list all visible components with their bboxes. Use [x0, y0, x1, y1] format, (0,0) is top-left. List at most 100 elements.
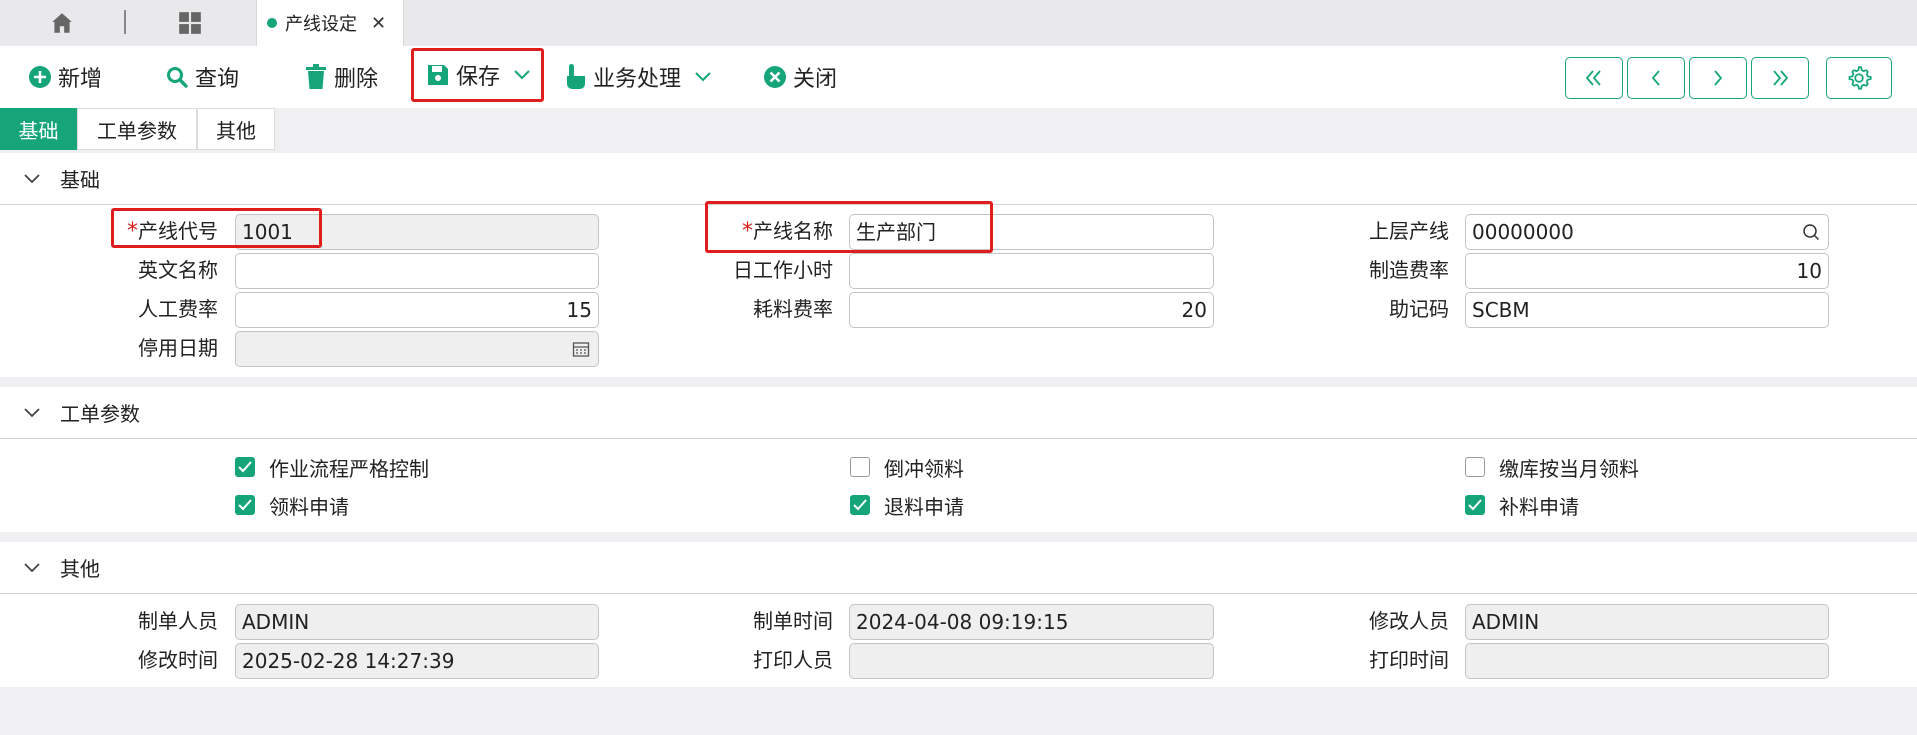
- search-icon: [167, 67, 188, 88]
- apps-tab[interactable]: [128, 0, 252, 46]
- modified-time-field[interactable]: 2025-02-28 14:27:39: [235, 643, 599, 679]
- delete-button[interactable]: 删除: [304, 55, 378, 99]
- gear-icon: [1848, 65, 1872, 90]
- mnemonic-field[interactable]: SCBM: [1465, 292, 1829, 328]
- modifier-field[interactable]: ADMIN: [1465, 604, 1829, 640]
- section-title: 基础: [60, 168, 100, 192]
- checkbox-unchecked-icon: [850, 457, 870, 477]
- strict-flow-checkbox[interactable]: 作业流程严格控制: [235, 452, 429, 482]
- section-title: 工单参数: [60, 402, 140, 426]
- disable-date-field[interactable]: [235, 331, 599, 367]
- section-header-basic[interactable]: 基础: [0, 153, 1917, 205]
- tab-line-settings[interactable]: 产线设定 ✕: [256, 0, 404, 46]
- tab-workorder-params[interactable]: 工单参数: [77, 108, 197, 150]
- backflush-checkbox[interactable]: 倒冲领料: [850, 452, 964, 482]
- close-label: 关闭: [793, 67, 838, 92]
- checkbox-checked-icon: [850, 495, 870, 515]
- checkbox-unchecked-icon: [1465, 457, 1485, 477]
- query-button[interactable]: 查询: [165, 55, 239, 99]
- print-time-field[interactable]: [1465, 643, 1829, 679]
- parent-line-field[interactable]: 00000000: [1465, 214, 1829, 250]
- business-process-button[interactable]: 业务处理: [565, 55, 717, 99]
- printer-field[interactable]: [849, 643, 1214, 679]
- supplement-request-checkbox[interactable]: 补料申请: [1465, 490, 1579, 520]
- search-icon[interactable]: [1802, 223, 1820, 241]
- creator-field[interactable]: ADMIN: [235, 604, 599, 640]
- section-tabs: 基础 工单参数 其他: [0, 108, 275, 150]
- calendar-icon[interactable]: [572, 340, 590, 358]
- backflush-label: 倒冲领料: [884, 456, 964, 481]
- tab-other[interactable]: 其他: [197, 108, 275, 150]
- save-label: 保存: [456, 65, 501, 90]
- trash-icon: [306, 64, 326, 89]
- save-button[interactable]: 保存: [411, 48, 544, 102]
- first-record-button[interactable]: [1565, 57, 1623, 99]
- material-rate-field[interactable]: 20: [849, 292, 1214, 328]
- chevron-right-icon: [1714, 70, 1723, 86]
- mfg-rate-field[interactable]: 10: [1465, 253, 1829, 289]
- next-record-button[interactable]: [1689, 57, 1747, 99]
- close-circle-icon: [764, 66, 786, 88]
- tab-label: 产线设定: [285, 14, 357, 35]
- english-name-label: 英文名称: [138, 258, 218, 282]
- floppy-disk-icon: [428, 65, 448, 85]
- creator-label: 制单人员: [138, 609, 218, 633]
- double-chevron-left-icon: [1585, 70, 1601, 86]
- active-dot-icon: [267, 18, 277, 28]
- return-request-label: 退料申请: [884, 494, 964, 519]
- tab-separator: [124, 10, 126, 34]
- material-rate-label: 耗料费率: [753, 297, 833, 321]
- modifier-label: 修改人员: [1369, 609, 1449, 633]
- toolbar: 新增 查询 删除 保存 业务处理 关闭: [0, 46, 1917, 108]
- parent-line-value: 00000000: [1472, 220, 1574, 244]
- section-workorder-params: 工单参数 作业流程严格控制 倒冲领料 缴库按当月领料 领料申请 退料申请 补料申…: [0, 387, 1917, 532]
- section-header-other[interactable]: 其他: [0, 542, 1917, 594]
- created-time-field[interactable]: 2024-04-08 09:19:15: [849, 604, 1214, 640]
- delete-label: 删除: [334, 67, 379, 92]
- home-icon: [52, 13, 72, 33]
- strict-flow-label: 作业流程严格控制: [269, 456, 429, 481]
- tab-basic[interactable]: 基础: [0, 108, 77, 150]
- section-basic: 基础 *产线代号 1001 *产线名称 生产部门 上层产线 00000000 英…: [0, 153, 1917, 377]
- english-name-field[interactable]: [235, 253, 599, 289]
- home-tab[interactable]: [0, 0, 124, 46]
- mnemonic-label: 助记码: [1389, 297, 1449, 321]
- return-request-checkbox[interactable]: 退料申请: [850, 490, 964, 520]
- tab-bar: 产线设定 ✕: [0, 0, 1917, 46]
- double-chevron-right-icon: [1773, 70, 1789, 86]
- chevron-down-icon: [24, 173, 40, 183]
- disable-date-label: 停用日期: [138, 336, 218, 360]
- chevron-down-icon[interactable]: [514, 70, 530, 80]
- pointer-hand-icon: [567, 64, 585, 89]
- mfg-rate-label: 制造费率: [1369, 258, 1449, 282]
- created-time-label: 制单时间: [753, 609, 833, 633]
- previous-record-button[interactable]: [1627, 57, 1685, 99]
- chevron-down-icon: [24, 562, 40, 572]
- business-label: 业务处理: [593, 67, 682, 92]
- section-header-workorder[interactable]: 工单参数: [0, 387, 1917, 439]
- parent-line-label: 上层产线: [1369, 219, 1449, 243]
- pick-request-checkbox[interactable]: 领料申请: [235, 490, 349, 520]
- chevron-down-icon: [24, 407, 40, 417]
- settings-button[interactable]: [1826, 57, 1892, 99]
- close-button[interactable]: 关闭: [763, 55, 837, 99]
- section-other: 其他 制单人员 ADMIN 制单时间 2024-04-08 09:19:15 修…: [0, 542, 1917, 687]
- highlight-box: [705, 201, 993, 253]
- print-time-label: 打印时间: [1369, 648, 1449, 672]
- daily-hours-label: 日工作小时: [733, 258, 833, 282]
- modified-time-label: 修改时间: [138, 648, 218, 672]
- close-tab-icon[interactable]: ✕: [371, 13, 386, 34]
- labor-rate-field[interactable]: 15: [235, 292, 599, 328]
- checkbox-checked-icon: [1465, 495, 1485, 515]
- printer-label: 打印人员: [753, 648, 833, 672]
- daily-hours-field[interactable]: [849, 253, 1214, 289]
- add-label: 新增: [58, 67, 103, 92]
- last-record-button[interactable]: [1751, 57, 1809, 99]
- monthly-pick-checkbox[interactable]: 缴库按当月领料: [1465, 452, 1639, 482]
- add-button[interactable]: 新增: [28, 55, 102, 99]
- monthly-pick-label: 缴库按当月领料: [1499, 456, 1639, 481]
- supplement-request-label: 补料申请: [1499, 494, 1579, 519]
- checkbox-checked-icon: [235, 457, 255, 477]
- chevron-down-icon[interactable]: [695, 72, 711, 82]
- chevron-left-icon: [1651, 70, 1660, 86]
